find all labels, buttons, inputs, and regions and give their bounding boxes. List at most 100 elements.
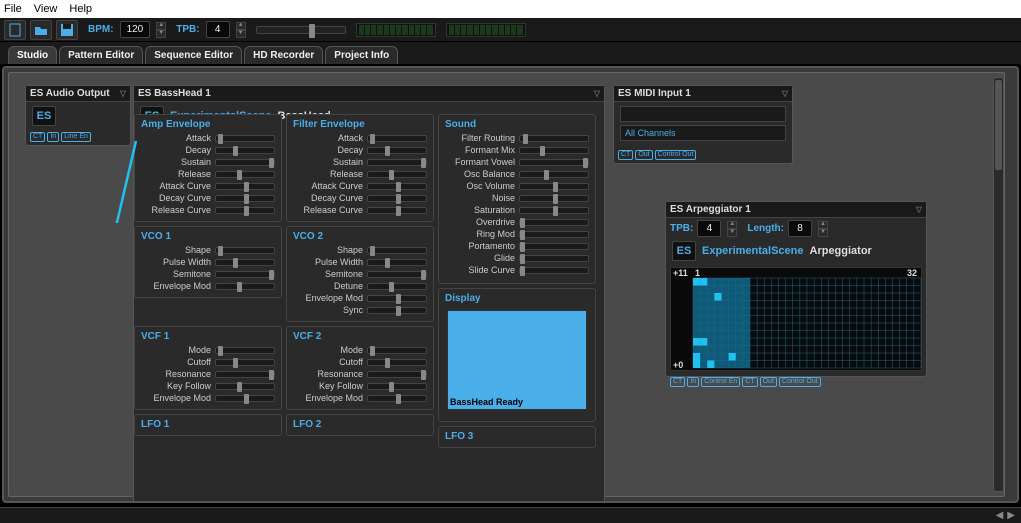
vertical-scrollbar[interactable] — [993, 77, 1004, 492]
param-slider[interactable] — [367, 383, 427, 390]
bpm-value[interactable]: 120 — [120, 21, 151, 38]
arp-tpb-value[interactable]: 4 — [697, 220, 721, 237]
display-status: BassHead Ready — [450, 397, 523, 407]
tab-studio[interactable]: Studio — [8, 46, 57, 64]
menu-help[interactable]: Help — [69, 3, 92, 15]
param-slider[interactable] — [367, 395, 427, 402]
param-slider[interactable] — [367, 195, 427, 202]
collapse-icon[interactable]: ▽ — [916, 205, 922, 214]
param-slider[interactable] — [367, 283, 427, 290]
param-slider[interactable] — [519, 183, 589, 190]
param-row: Shape — [287, 244, 433, 256]
param-slider[interactable] — [215, 183, 275, 190]
menu-view[interactable]: View — [34, 3, 58, 15]
param-slider[interactable] — [519, 267, 589, 274]
param-slider[interactable] — [215, 359, 275, 366]
param-slider[interactable] — [519, 147, 589, 154]
param-slider[interactable] — [215, 247, 275, 254]
workspace-canvas[interactable]: ES Audio Output▽ ES CT In Line En ES Bas… — [8, 72, 1005, 497]
param-slider[interactable] — [215, 271, 275, 278]
midi-device-select[interactable] — [620, 106, 786, 122]
param-slider[interactable] — [519, 135, 589, 142]
new-file-icon[interactable] — [4, 20, 26, 40]
param-label: Cutoff — [293, 357, 363, 367]
tpb-spinner[interactable]: ▲▼ — [236, 22, 246, 38]
param-slider[interactable] — [367, 371, 427, 378]
param-row: Ring Mod — [439, 228, 595, 240]
module-audio-output[interactable]: ES Audio Output▽ ES CT In Line En — [25, 85, 131, 146]
module-midi-input[interactable]: ES MIDI Input 1▽ All Channels CT Out Con… — [613, 85, 793, 164]
param-slider[interactable] — [215, 283, 275, 290]
scroll-right-icon[interactable]: ▶ — [1007, 510, 1015, 521]
port-ct[interactable]: CT — [30, 132, 45, 142]
scroll-left-icon[interactable]: ◀ — [996, 510, 1004, 521]
param-slider[interactable] — [367, 207, 427, 214]
param-slider[interactable] — [367, 347, 427, 354]
param-slider[interactable] — [367, 295, 427, 302]
port-in[interactable]: In — [47, 132, 59, 142]
param-slider[interactable] — [215, 159, 275, 166]
param-slider[interactable] — [519, 243, 589, 250]
param-slider[interactable] — [215, 171, 275, 178]
param-slider[interactable] — [367, 159, 427, 166]
volume-slider[interactable] — [256, 26, 346, 34]
module-arpeggiator[interactable]: ES Arpeggiator 1▽ TPB: 4 ▲▼ Length: 8 ▲▼… — [665, 201, 927, 377]
panel-title: LFO 3 — [439, 427, 595, 444]
collapse-icon[interactable]: ▽ — [120, 89, 126, 98]
param-slider[interactable] — [519, 207, 589, 214]
param-slider[interactable] — [215, 195, 275, 202]
arp-pattern-grid[interactable]: +11 +0 1 32 — [670, 267, 922, 371]
param-slider[interactable] — [215, 371, 275, 378]
collapse-icon[interactable]: ▽ — [782, 89, 788, 98]
bpm-spinner[interactable]: ▲▼ — [156, 22, 166, 38]
param-slider[interactable] — [367, 259, 427, 266]
port-line-en[interactable]: Line En — [61, 132, 91, 142]
arp-tpb-spinner[interactable]: ▲▼ — [727, 221, 737, 237]
param-slider[interactable] — [215, 147, 275, 154]
param-slider[interactable] — [367, 147, 427, 154]
param-slider[interactable] — [519, 171, 589, 178]
module-title[interactable]: ES MIDI Input 1▽ — [614, 86, 792, 102]
arp-length-value[interactable]: 8 — [788, 220, 812, 237]
param-slider[interactable] — [215, 383, 275, 390]
param-slider[interactable] — [367, 171, 427, 178]
param-label: Key Follow — [141, 381, 211, 391]
param-slider[interactable] — [215, 347, 275, 354]
port-out[interactable]: Out — [635, 150, 652, 160]
tpb-value[interactable]: 4 — [206, 21, 230, 38]
param-slider[interactable] — [367, 183, 427, 190]
param-slider[interactable] — [367, 359, 427, 366]
param-slider[interactable] — [519, 219, 589, 226]
module-title[interactable]: ES Audio Output▽ — [26, 86, 130, 102]
level-meter-left — [356, 23, 436, 37]
param-slider[interactable] — [215, 207, 275, 214]
tab-pattern-editor[interactable]: Pattern Editor — [59, 46, 143, 64]
param-slider[interactable] — [215, 395, 275, 402]
param-slider[interactable] — [367, 307, 427, 314]
horizontal-scrollbar[interactable]: ◀ ▶ — [0, 507, 1021, 523]
port-ct[interactable]: CT — [618, 150, 633, 160]
save-disk-icon[interactable] — [56, 20, 78, 40]
module-basshead[interactable]: ES BassHead 1▽ ES ExperimentalScene Bass… — [133, 85, 605, 503]
midi-channel-select[interactable]: All Channels — [620, 125, 786, 141]
param-slider[interactable] — [519, 159, 589, 166]
tab-project-info[interactable]: Project Info — [325, 46, 398, 64]
collapse-icon[interactable]: ▽ — [594, 89, 600, 98]
arp-length-spinner[interactable]: ▲▼ — [818, 221, 828, 237]
param-slider[interactable] — [519, 231, 589, 238]
param-slider[interactable] — [215, 259, 275, 266]
port-control-out[interactable]: Control Out — [655, 150, 697, 160]
param-slider[interactable] — [367, 271, 427, 278]
tab-hd-recorder[interactable]: HD Recorder — [244, 46, 323, 64]
param-slider[interactable] — [367, 247, 427, 254]
menu-file[interactable]: File — [4, 3, 22, 15]
param-slider[interactable] — [519, 255, 589, 262]
open-folder-icon[interactable] — [30, 20, 52, 40]
param-slider[interactable] — [215, 135, 275, 142]
tab-sequence-editor[interactable]: Sequence Editor — [145, 46, 242, 64]
module-title[interactable]: ES Arpeggiator 1▽ — [666, 202, 926, 218]
param-label: Decay — [293, 145, 363, 155]
param-slider[interactable] — [367, 135, 427, 142]
module-title[interactable]: ES BassHead 1▽ — [134, 86, 604, 102]
param-slider[interactable] — [519, 195, 589, 202]
